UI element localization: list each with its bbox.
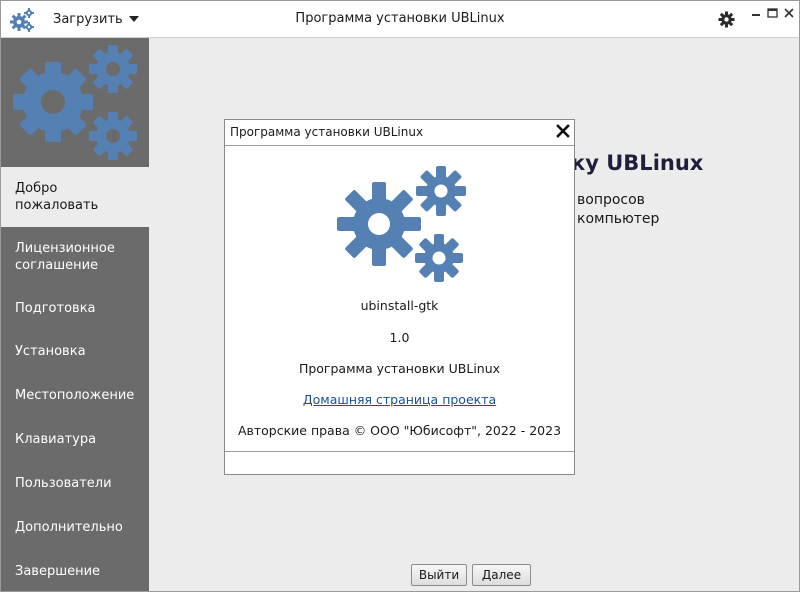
sidebar-item-keyboard[interactable]: Клавиатура [1, 417, 149, 461]
sidebar-item-installation[interactable]: Установка [1, 329, 149, 373]
about-version: 1.0 [389, 330, 410, 345]
maximize-icon[interactable] [767, 8, 778, 18]
project-homepage-link[interactable]: Домашняя страница проекта [303, 392, 496, 407]
dialog-divider [225, 451, 574, 452]
sidebar-item-license[interactable]: Лицензионное соглашение [1, 227, 149, 287]
sidebar-item-label: Установка [15, 343, 86, 359]
about-app-name: ubinstall-gtk [360, 298, 439, 313]
welcome-text-line-2: компьютер [577, 211, 660, 227]
sidebar-item-preparation[interactable]: Подготовка [1, 287, 149, 329]
about-description: Программа установки UBLinux [298, 361, 501, 376]
sidebar-item-label: Завершение [15, 563, 101, 579]
installer-window: Загрузить Программа установки UBLinux До… [0, 0, 800, 592]
sidebar-item-finish[interactable]: Завершение [1, 549, 149, 593]
close-icon[interactable] [556, 124, 570, 138]
about-dialog-titlebar: Программа установки UBLinux [225, 120, 574, 146]
sidebar-item-users[interactable]: Пользователи [1, 461, 149, 505]
sidebar-item-label: Клавиатура [15, 431, 97, 447]
sidebar-item-label: Местоположение [15, 387, 135, 403]
welcome-title: ку UBLinux [571, 151, 704, 175]
sidebar-item-label: Дополнительно [15, 519, 123, 535]
sidebar-item-label: Добро пожаловать [15, 181, 99, 213]
about-dialog-title: Программа установки UBLinux [230, 125, 424, 139]
welcome-text-line-1: вопросов [577, 192, 645, 208]
gears-icon [337, 166, 466, 282]
minimize-icon[interactable] [752, 14, 760, 16]
exit-button[interactable]: Выйти [411, 564, 467, 586]
sidebar-item-label: Пользователи [15, 475, 112, 491]
sidebar-item-label: Подготовка [15, 300, 96, 316]
sidebar-item-welcome[interactable]: Добро пожаловать [1, 167, 149, 227]
window-controls [752, 8, 794, 18]
about-copyright: Авторские права © ООО "Юбисофт", 2022 - … [237, 423, 562, 438]
close-icon[interactable] [784, 8, 794, 18]
sidebar-item-location[interactable]: Местоположение [1, 373, 149, 417]
gears-icon [13, 45, 137, 160]
sidebar-item-advanced[interactable]: Дополнительно [1, 505, 149, 549]
sidebar-item-label: Лицензионное соглашение [15, 241, 115, 273]
window-title: Программа установки UBLinux [295, 11, 505, 26]
gear-icon[interactable] [718, 11, 735, 28]
sidebar: Добро пожаловать Лицензионное соглашение… [1, 38, 149, 591]
title-bar: Загрузить Программа установки UBLinux [1, 1, 799, 38]
next-button[interactable]: Далее [472, 564, 531, 586]
about-dialog: Программа установки UBLinux ubinstall-gt… [224, 119, 575, 475]
